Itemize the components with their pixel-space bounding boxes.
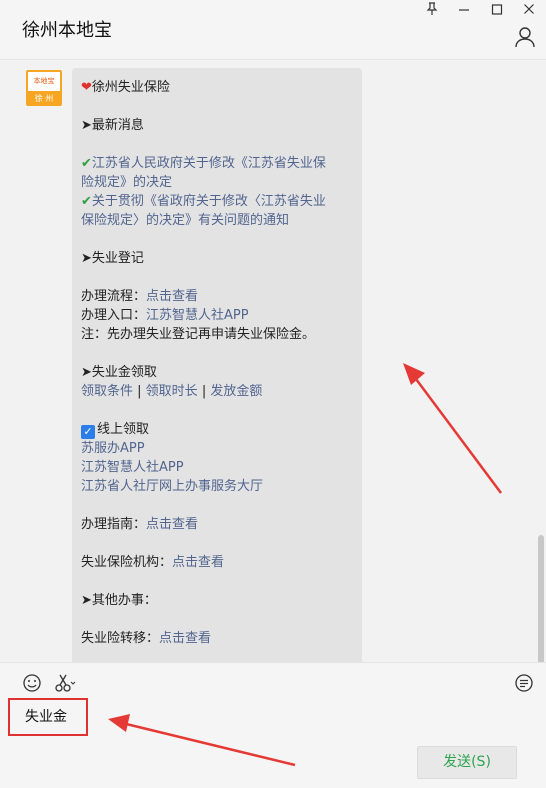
close-icon[interactable] [519,2,539,20]
news-item-1[interactable]: ✔江苏省人民政府关于修改《江苏省失业保 [81,154,352,173]
checkmark-icon: ✔ [81,194,92,209]
guide-link[interactable]: 点击查看 [146,517,198,532]
transfer-row: 失业险转移：点击查看 [81,631,212,646]
pin-icon[interactable] [422,2,442,20]
title-bar: 徐州本地宝 [0,0,546,60]
message-header: ❤徐州失业保险 [81,80,170,95]
news-item-2-cont[interactable]: 保险规定〉的决定》有关问题的通知 [81,211,352,230]
agency-link[interactable]: 点击查看 [172,555,224,570]
section-benefit: ➤失业金领取 [81,365,157,380]
benefit-duration-link[interactable]: 领取时长 [146,384,198,399]
benefit-conditions-link[interactable]: 领取条件 [81,384,133,399]
process-row: 办理流程：点击查看 [81,289,199,304]
section-news: ➤最新消息 [81,118,144,133]
section-other: ➤其他办事： [81,593,157,608]
online-link-3[interactable]: 江苏省人社厅网上办事服务大厅 [81,477,352,496]
heart-icon: ❤ [81,80,92,95]
benefit-amount-link[interactable]: 发放金额 [210,384,262,399]
annotation-arrow-up [403,363,503,494]
minimize-icon[interactable] [454,2,474,20]
entry-link[interactable]: 江苏智慧人社APP [146,308,249,323]
screenshot-scissors-icon[interactable] [54,673,76,695]
checkbox-icon: ✓ [81,425,95,439]
agency-row: 失业保险机构：点击查看 [81,555,225,570]
emoji-icon[interactable] [22,673,44,695]
user-profile-icon[interactable] [514,26,536,48]
chat-scrollbar[interactable] [538,535,544,662]
window-title: 徐州本地宝 [22,20,112,41]
checkmark-icon: ✔ [81,156,92,171]
news-item-2[interactable]: ✔关于贯彻《省政府关于修改〈江苏省失业 [81,192,352,211]
guide-row: 办理指南：点击查看 [81,517,199,532]
online-link-1[interactable]: 苏服办APP [81,439,352,458]
benefit-links: 领取条件 | 领取时长 | 发放金额 [81,384,263,399]
message-input[interactable]: 失业金 [8,698,88,736]
news-item-1-cont[interactable]: 险规定》的决定 [81,173,352,192]
entry-row: 办理入口：江苏智慧人社APP [81,308,249,323]
avatar-logo-text: 本地宝 [28,72,60,91]
online-link-2[interactable]: 江苏智慧人社APP [81,458,352,477]
maximize-icon[interactable] [487,2,507,20]
online-label: ✓ 线上领取 [81,420,352,439]
section-register: ➤失业登记 [81,251,144,266]
avatar-city-text: 徐 州 [34,94,54,103]
message-bubble: ❤徐州失业保险 ➤最新消息 ✔江苏省人民政府关于修改《江苏省失业保 险规定》的决… [72,68,362,662]
avatar[interactable]: 本地宝 徐 州 [26,70,62,106]
register-note: 注：先办理失业登记再申请失业保险金。 [81,327,316,342]
chat-history-icon[interactable] [514,673,536,695]
send-button[interactable]: 发送(S) [417,746,517,779]
transfer-link[interactable]: 点击查看 [159,631,211,646]
process-link[interactable]: 点击查看 [146,289,198,304]
annotation-arrow-left [108,714,296,767]
